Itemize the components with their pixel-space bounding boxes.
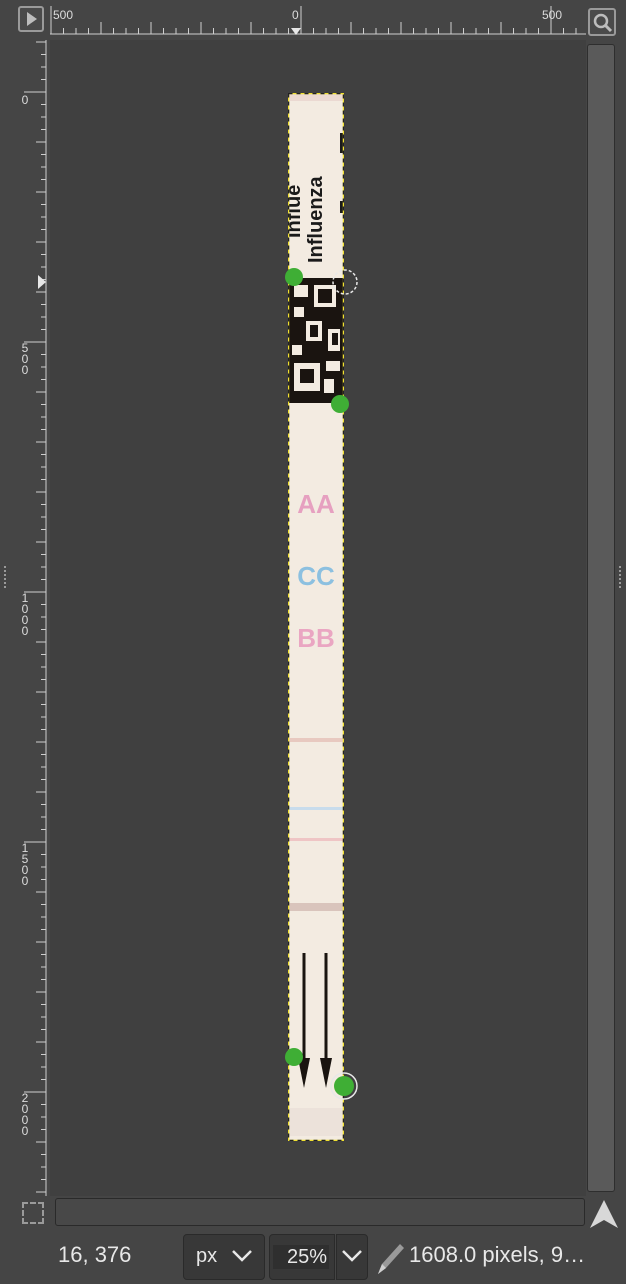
status-message: 1608.0 pixels, 9… (409, 1242, 586, 1267)
handle-dot[interactable] (285, 1048, 303, 1066)
ruler-label: 1000 (21, 591, 29, 638)
ruler-label: 500 (53, 8, 74, 22)
ruler-label: 1500 (21, 841, 29, 888)
horizontal-ruler[interactable]: 500 0 500 (50, 0, 586, 40)
handle-ring[interactable] (332, 269, 358, 295)
zoom-lock-icon (593, 13, 613, 33)
right-pane-handle[interactable] (619, 566, 625, 588)
handle-dot[interactable] (285, 268, 303, 286)
image-menu-button[interactable] (18, 6, 44, 32)
zoom-lock-button[interactable] (588, 8, 616, 36)
ruler-label: 2000 (21, 1091, 29, 1138)
pencil-icon (378, 1244, 404, 1274)
zoom-value: 25% (287, 1246, 328, 1268)
navigate-button[interactable] (588, 1198, 620, 1230)
unit-label: px (196, 1245, 218, 1267)
chevron-down-icon (342, 1250, 362, 1262)
horizontal-scrollbar[interactable] (55, 1198, 585, 1226)
horizontal-ruler-ticks (50, 6, 586, 35)
pointer-coordinates: 16, 376 (58, 1242, 132, 1267)
vertical-scrollbar[interactable] (587, 44, 615, 1192)
ruler-label: 0 (292, 8, 299, 22)
ruler-label: 0 (21, 93, 29, 107)
left-pane-handle[interactable] (4, 566, 12, 588)
ruler-label: 500 (21, 341, 29, 377)
strip-text-main: Influenza (305, 175, 327, 263)
vertical-ruler[interactable]: 0 500 1000 1500 2000 (16, 40, 50, 1196)
ruler-label: 500 (542, 8, 563, 22)
handle-dot[interactable] (331, 395, 349, 413)
chevron-down-icon (232, 1250, 252, 1262)
navigate-icon (590, 1200, 618, 1228)
menu-arrow-icon (27, 12, 37, 26)
handles-overlay (285, 268, 358, 1100)
quick-mask-button[interactable] (22, 1202, 44, 1224)
strip-text-partial: Influe (288, 185, 305, 238)
handle-dot[interactable] (334, 1076, 354, 1096)
